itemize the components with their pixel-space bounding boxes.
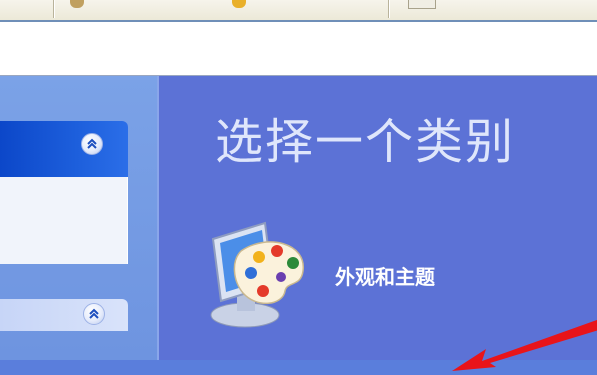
page-title: 选择一个类别 <box>215 114 516 170</box>
toolbar-separator <box>388 0 389 18</box>
toolbar-separator <box>53 0 54 18</box>
toolbar-button-icon[interactable] <box>70 0 84 8</box>
task-panel-body <box>0 177 128 264</box>
task-sidebar <box>0 76 157 360</box>
category-view: 选择一个类别 外观和主题 <box>157 76 597 371</box>
details-panel-header[interactable] <box>0 299 128 331</box>
toolbar <box>0 0 597 21</box>
address-bar[interactable] <box>0 20 597 76</box>
collapse-chevron-icon[interactable] <box>83 303 105 325</box>
appearance-themes-icon <box>210 221 304 328</box>
red-arrow-annotation <box>452 319 597 371</box>
folder-icon[interactable] <box>232 0 246 8</box>
task-panel-header[interactable] <box>0 121 128 177</box>
category-label[interactable]: 外观和主题 <box>335 261 435 290</box>
views-button[interactable] <box>408 0 436 9</box>
collapse-chevron-icon[interactable] <box>81 133 103 155</box>
